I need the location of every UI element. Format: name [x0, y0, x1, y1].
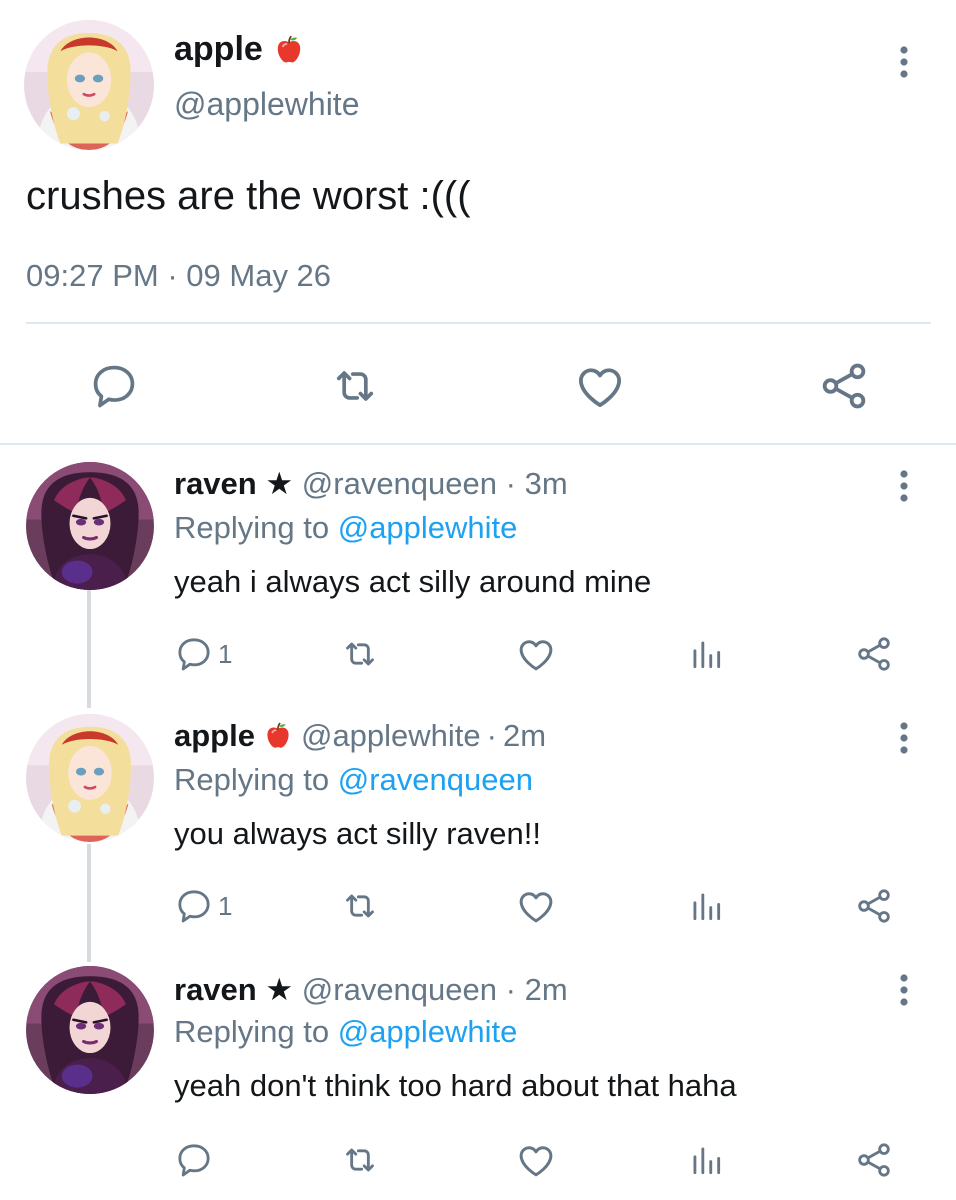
reply-author-handle[interactable]: @ravenqueen — [302, 972, 497, 1007]
main-author-handle[interactable]: @applewhite — [174, 86, 359, 123]
reply-separator: · — [486, 718, 497, 753]
analytics-icon — [687, 634, 725, 674]
replying-to-line: Replying to @applewhite — [174, 510, 517, 546]
reply-like-button[interactable] — [514, 1138, 558, 1182]
reply-analytics-button[interactable] — [684, 632, 728, 676]
replying-to-line: Replying to @ravenqueen — [174, 762, 533, 798]
reply-header: apple @applewhite · 2m — [174, 718, 546, 754]
main-tweet-text: crushes are the worst :((( — [26, 174, 471, 218]
apple-emoji-icon — [271, 32, 307, 68]
replying-prefix: Replying to — [174, 1014, 330, 1049]
reply-reply-button[interactable]: 1 — [174, 632, 232, 676]
replying-prefix: Replying to — [174, 762, 330, 797]
reply-icon — [174, 634, 214, 674]
reply-reply-button[interactable] — [174, 1138, 218, 1182]
retweet-icon — [327, 360, 383, 412]
reply-text: yeah i always act silly around mine — [174, 564, 652, 599]
like-icon — [515, 885, 557, 927]
reply-share-button[interactable] — [852, 1138, 896, 1182]
thread-line — [87, 590, 91, 708]
main-share-button[interactable] — [816, 358, 872, 414]
more-vert-icon — [898, 44, 910, 80]
reply-share-button[interactable] — [852, 884, 896, 928]
reply-author-name[interactable]: raven — [174, 466, 257, 501]
analytics-icon — [687, 886, 725, 926]
replying-mention[interactable]: @applewhite — [338, 510, 518, 545]
reply-analytics-button[interactable] — [684, 1138, 728, 1182]
replying-to-line: Replying to @applewhite — [174, 1014, 517, 1050]
more-vert-icon — [898, 468, 910, 504]
raven-avatar-image — [26, 966, 154, 1094]
raven-avatar-image — [26, 462, 154, 590]
reply-text: you always act silly raven!! — [174, 816, 541, 851]
reply-like-button[interactable] — [514, 632, 558, 676]
reply-header: raven ★ @ravenqueen · 3m — [174, 466, 568, 502]
reply-analytics-button[interactable] — [684, 884, 728, 928]
main-name-row: apple — [174, 30, 307, 69]
reply-retweet-button[interactable] — [338, 632, 382, 676]
share-icon — [854, 1140, 894, 1180]
main-more-button[interactable] — [884, 42, 924, 82]
reply-icon — [88, 360, 140, 412]
reply-icon — [174, 1140, 214, 1180]
share-icon — [817, 359, 871, 413]
apple-avatar-image — [26, 714, 154, 842]
like-icon — [515, 1139, 557, 1181]
star-badge: ★ — [265, 972, 294, 1007]
apple-emoji-icon — [261, 719, 295, 753]
share-icon — [854, 634, 894, 674]
main-time: 09:27 PM — [26, 258, 159, 293]
more-vert-icon — [898, 972, 910, 1008]
star-badge: ★ — [265, 466, 294, 501]
reply-icon — [174, 886, 214, 926]
reply-separator: · — [505, 972, 516, 1007]
reply-more-button[interactable] — [884, 466, 924, 506]
thread-line — [87, 844, 91, 962]
reply-like-button[interactable] — [514, 884, 558, 928]
like-icon — [573, 359, 627, 413]
reply-age: 2m — [524, 972, 568, 1007]
reply-author-name[interactable]: apple — [174, 718, 255, 754]
reply-author-handle[interactable]: @applewhite — [301, 718, 481, 754]
main-like-button[interactable] — [572, 358, 628, 414]
main-timestamp: 09:27 PM · 09 May 26 — [26, 258, 331, 294]
retweet-icon — [339, 634, 381, 674]
timestamp-separator: · — [167, 258, 178, 293]
reply-retweet-button[interactable] — [338, 1138, 382, 1182]
section-divider — [0, 443, 956, 445]
analytics-icon — [687, 1140, 725, 1180]
reply-age: 3m — [524, 466, 568, 501]
main-avatar[interactable] — [24, 20, 154, 150]
apple-avatar-image — [24, 20, 154, 150]
reply-separator: · — [505, 466, 516, 501]
reply-avatar[interactable] — [26, 714, 154, 842]
main-divider — [26, 322, 931, 324]
retweet-icon — [339, 886, 381, 926]
reply-count: 1 — [218, 890, 233, 921]
reply-avatar[interactable] — [26, 966, 154, 1094]
reply-share-button[interactable] — [852, 632, 896, 676]
main-reply-button[interactable] — [86, 360, 142, 412]
more-vert-icon — [898, 720, 910, 756]
share-icon — [854, 886, 894, 926]
retweet-icon — [339, 1140, 381, 1180]
replying-mention[interactable]: @applewhite — [338, 1014, 518, 1049]
main-date: 09 May 26 — [186, 258, 332, 293]
replying-mention[interactable]: @ravenqueen — [338, 762, 533, 797]
reply-header: raven ★ @ravenqueen · 2m — [174, 972, 568, 1008]
reply-author-handle[interactable]: @ravenqueen — [302, 466, 497, 501]
like-icon — [515, 633, 557, 675]
reply-avatar[interactable] — [26, 462, 154, 590]
reply-reply-button[interactable]: 1 — [174, 884, 232, 928]
main-retweet-button[interactable] — [326, 360, 384, 412]
reply-author-name[interactable]: raven — [174, 972, 257, 1007]
replying-prefix: Replying to — [174, 510, 330, 545]
reply-text: yeah don't think too hard about that hah… — [174, 1068, 737, 1103]
main-author-name[interactable]: apple — [174, 30, 263, 69]
reply-more-button[interactable] — [884, 718, 924, 758]
reply-count: 1 — [218, 638, 233, 669]
reply-retweet-button[interactable] — [338, 884, 382, 928]
reply-age: 2m — [503, 718, 547, 753]
reply-more-button[interactable] — [884, 970, 924, 1010]
